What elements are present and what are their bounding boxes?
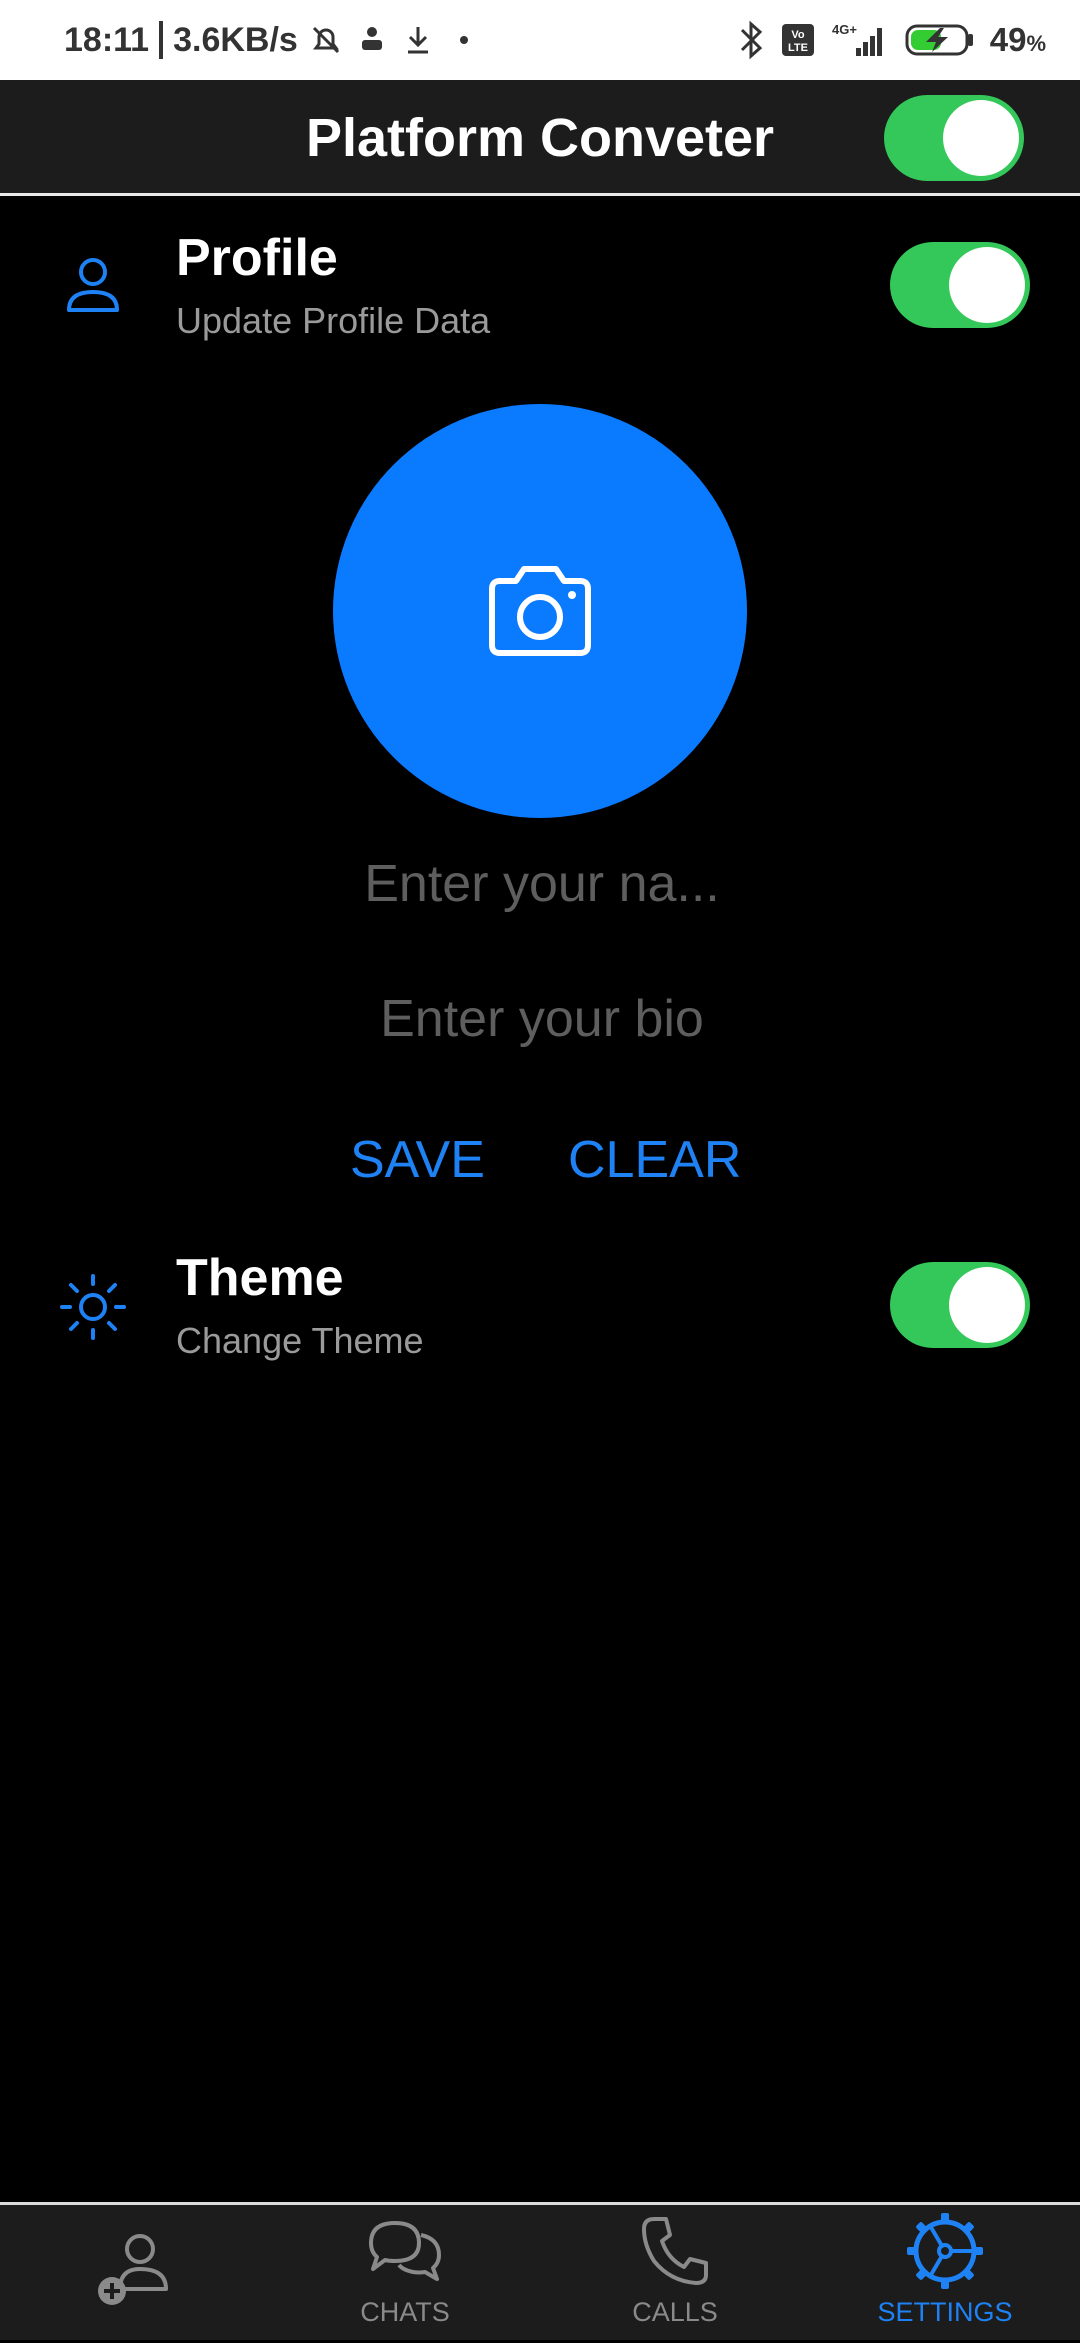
clear-button[interactable]: CLEAR [568, 1130, 741, 1190]
toggle-knob [949, 247, 1025, 323]
signal-icon: 4G+ [832, 22, 882, 56]
app-notification-icon [361, 27, 382, 50]
nav-chats[interactable]: CHATS [270, 2205, 540, 2343]
status-left: 18:11 3.6KB/s [64, 0, 468, 80]
nav-settings[interactable]: SETTINGS [810, 2205, 1080, 2343]
toggle-knob [949, 1267, 1025, 1343]
battery-charging-icon [905, 24, 973, 56]
status-separator [159, 21, 164, 59]
muted-bell-icon [312, 26, 339, 54]
phone-icon [642, 2217, 708, 2285]
status-time: 18:11 [64, 20, 150, 59]
bluetooth-icon [740, 20, 762, 60]
nav-add-contact[interactable] [0, 2205, 270, 2343]
avatar-picker[interactable] [333, 404, 747, 818]
nav-label: CHATS [360, 2297, 450, 2327]
volte-icon: Vo LTE [781, 24, 814, 56]
person-icon [67, 258, 119, 312]
status-bar: 18:11 3.6KB/s Vo LTE 4G+ 49% [0, 0, 1080, 80]
nav-label: CALLS [632, 2297, 718, 2327]
profile-toggle[interactable] [890, 242, 1030, 328]
theme-row[interactable]: Theme Change Theme [0, 1220, 1080, 1380]
svg-text:Vo: Vo [791, 29, 805, 41]
nav-label: SETTINGS [877, 2297, 1013, 2327]
camera-icon [489, 566, 591, 656]
app-bar: Platform Conveter [0, 80, 1080, 196]
chat-icon [369, 2221, 441, 2281]
network-speed: 3.6KB/s [173, 20, 298, 59]
platform-toggle[interactable] [884, 95, 1024, 181]
profile-row[interactable]: Profile Update Profile Data [0, 200, 1080, 360]
svg-text:4G+: 4G+ [832, 22, 857, 37]
bio-input[interactable] [0, 983, 1080, 1055]
bottom-navigation: CHATS CALLS SETTINGS [0, 2202, 1080, 2340]
status-right: Vo LTE 4G+ 49% [736, 0, 1046, 80]
toggle-knob [943, 100, 1019, 176]
theme-title: Theme [176, 1249, 344, 1307]
settings-icon [907, 2213, 983, 2289]
theme-toggle[interactable] [890, 1262, 1030, 1348]
sun-icon [60, 1274, 126, 1340]
battery-percent: 49% [989, 21, 1046, 58]
download-icon [407, 27, 428, 54]
profile-subtitle: Update Profile Data [176, 300, 491, 341]
theme-subtitle: Change Theme [176, 1320, 424, 1361]
more-notifications-dot [459, 36, 468, 44]
profile-title: Profile [176, 229, 338, 287]
add-contact-icon [98, 2234, 168, 2305]
save-button[interactable]: SAVE [350, 1130, 485, 1190]
name-input[interactable] [0, 848, 1080, 920]
svg-text:LTE: LTE [788, 42, 808, 54]
nav-calls[interactable]: CALLS [540, 2205, 810, 2343]
